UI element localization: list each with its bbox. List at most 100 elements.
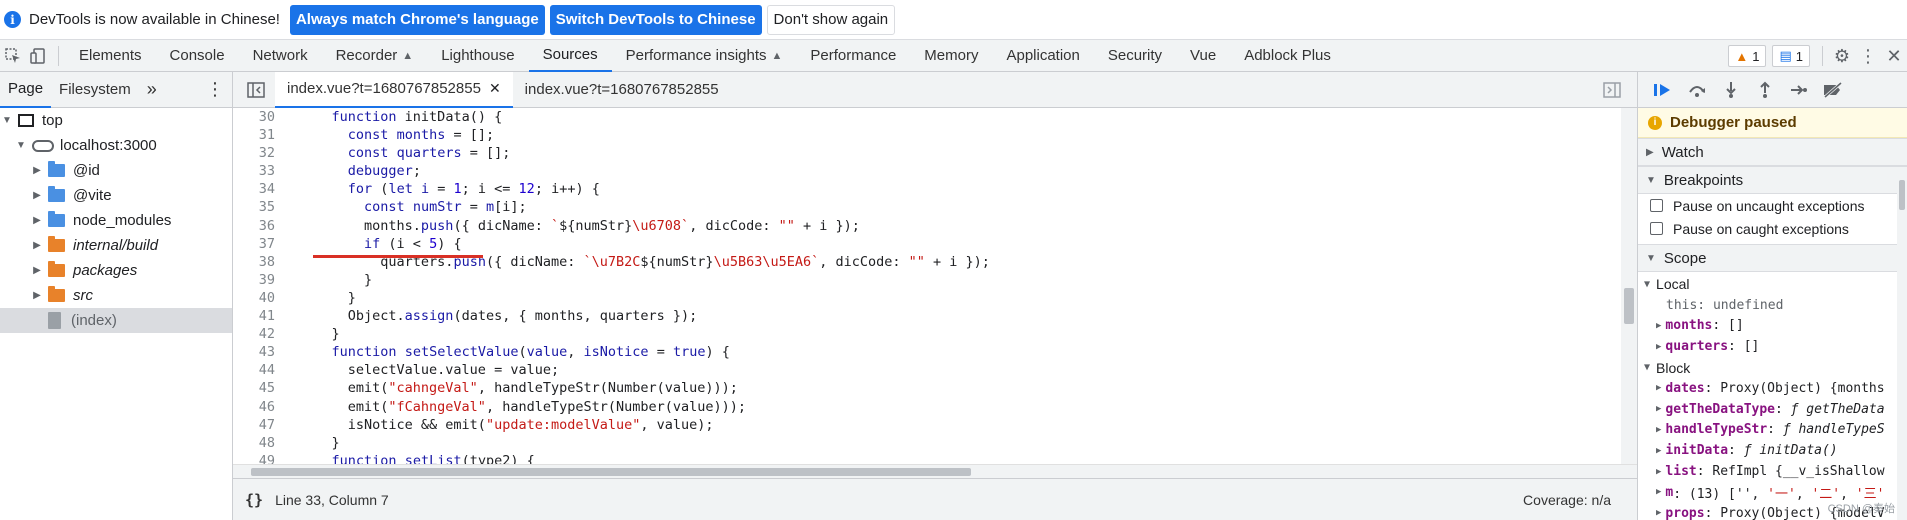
tree-label: top <box>42 112 63 129</box>
dont-show-again-button[interactable]: Don't show again <box>766 4 896 35</box>
switch-to-chinese-button[interactable]: Switch DevTools to Chinese <box>549 4 762 35</box>
tree-item-vite[interactable]: ▶ @vite <box>0 183 232 208</box>
expand-down-icon: ▼ <box>1646 174 1656 186</box>
device-toolbar-icon[interactable] <box>26 43 52 69</box>
code-editor: index.vue?t=1680767852855 ✕ index.vue?t=1… <box>233 71 1637 520</box>
editor-vertical-scrollbar[interactable] <box>1621 108 1637 464</box>
tab-adblock-plus[interactable]: Adblock Plus <box>1230 40 1345 72</box>
code-line: 46 emit("fCahngeVal", handleTypeStr(Numb… <box>258 398 747 415</box>
tab-vue[interactable]: Vue <box>1176 40 1230 72</box>
folder-icon <box>48 186 65 202</box>
scope-block-header[interactable]: ▼ Block <box>1638 357 1907 378</box>
tree-label: src <box>73 287 93 304</box>
step-icon[interactable] <box>1782 77 1816 103</box>
cursor-position: Line 33, Column 7 <box>275 491 389 508</box>
pretty-print-icon[interactable]: {} <box>245 491 263 509</box>
expand-right-icon: ▶ <box>33 240 41 251</box>
tree-item-packages[interactable]: ▶ packages <box>0 258 232 283</box>
editor-horizontal-scrollbar[interactable] <box>233 464 1637 478</box>
pane-title: Watch <box>1661 143 1704 161</box>
tab-label: Recorder <box>335 47 398 64</box>
expand-right-icon: ▶ <box>33 165 41 176</box>
tab-performance-insights[interactable]: Performance insights ▲ <box>612 40 797 72</box>
debugger-paused-banner: i Debugger paused <box>1638 108 1907 138</box>
pane-title: Breakpoints <box>1663 171 1744 189</box>
warning-icon: ▲ <box>1735 48 1749 64</box>
tab-sources[interactable]: Sources <box>528 40 612 72</box>
scrollbar-thumb[interactable] <box>1899 180 1905 210</box>
close-devtools-icon[interactable]: ✕ <box>1881 43 1907 69</box>
navigator-menu-icon[interactable]: ⋮ <box>198 72 232 108</box>
tab-filesystem[interactable]: Filesystem <box>51 72 139 108</box>
toggle-debugger-sidebar-icon[interactable] <box>1599 77 1625 103</box>
sidebar-scrollbar[interactable] <box>1897 176 1907 520</box>
always-match-language-button[interactable]: Always match Chrome's language <box>289 4 545 35</box>
toggle-navigator-icon[interactable] <box>243 77 269 103</box>
pane-title: Scope <box>1663 249 1707 267</box>
code-lines[interactable]: 30 function initData() { 31 const months… <box>233 108 1613 464</box>
tree-item-internal-build[interactable]: ▶ internal/build <box>0 233 232 258</box>
inspect-element-icon[interactable] <box>0 43 26 69</box>
close-tab-icon[interactable]: ✕ <box>489 80 501 97</box>
tab-elements[interactable]: Elements <box>65 40 156 72</box>
step-out-icon[interactable] <box>1748 77 1782 103</box>
scope-prop[interactable]: ▶ handleTypeStr: ƒ handleTypeS <box>1638 420 1907 441</box>
folder-icon <box>48 261 65 277</box>
scope-prop[interactable]: this: undefined <box>1638 295 1907 316</box>
tab-page[interactable]: Page <box>0 72 52 108</box>
tree-item-node-modules[interactable]: ▶ node_modules <box>0 208 232 233</box>
scrollbar-thumb[interactable] <box>1624 288 1634 324</box>
tab-console[interactable]: Console <box>156 40 239 72</box>
editor-tab[interactable]: index.vue?t=1680767852855 <box>513 72 731 108</box>
paused-label: Debugger paused <box>1670 114 1797 131</box>
tree-item-src[interactable]: ▶ src <box>0 283 232 308</box>
step-over-icon[interactable] <box>1680 77 1714 103</box>
tree-label: node_modules <box>73 212 172 229</box>
tree-item-index[interactable]: (index) <box>0 308 232 333</box>
deactivate-breakpoints-icon[interactable] <box>1816 77 1850 103</box>
pause-uncaught-checkbox[interactable]: Pause on uncaught exceptions <box>1638 194 1907 217</box>
scope-prop[interactable]: ▶ months: [] <box>1638 316 1907 337</box>
more-tabs-icon[interactable]: » <box>139 72 165 108</box>
tree-item-top[interactable]: ▼ top <box>0 108 232 133</box>
experiment-flask-icon: ▲ <box>402 49 414 62</box>
settings-gear-icon[interactable]: ⚙ <box>1829 43 1855 69</box>
debugger-sidebar: i Debugger paused ▶ Watch ▼ Breakpoints Pa… <box>1637 72 1907 520</box>
breakpoints-pane-header[interactable]: ▼ Breakpoints <box>1638 166 1907 194</box>
expand-right-icon: ▶ <box>33 215 41 226</box>
message-icon: ▤ <box>1779 48 1792 63</box>
scope-prop[interactable]: ▶ dates: Proxy(Object) {months <box>1638 378 1907 399</box>
more-options-icon[interactable]: ⋮ <box>1855 43 1881 69</box>
scope-local-header[interactable]: ▼ Local <box>1638 274 1907 295</box>
step-into-icon[interactable] <box>1714 77 1748 103</box>
scope-pane-header[interactable]: ▼ Scope <box>1638 244 1907 272</box>
tree-item-localhost[interactable]: ▼ localhost:3000 <box>0 133 232 158</box>
scope-prop[interactable]: ▶ initData: ƒ initData() <box>1638 440 1907 461</box>
code-line: 31 const months = []; <box>258 127 495 144</box>
scope-prop[interactable]: ▶ getTheDataType: ƒ getTheData <box>1638 399 1907 420</box>
resume-icon[interactable] <box>1646 77 1680 103</box>
tab-network[interactable]: Network <box>239 40 322 72</box>
warnings-badge[interactable]: ▲ 1 <box>1728 45 1767 67</box>
watch-pane-header[interactable]: ▶ Watch <box>1638 138 1907 166</box>
checkbox-label: Pause on uncaught exceptions <box>1673 197 1865 214</box>
tab-lighthouse[interactable]: Lighthouse <box>427 40 528 72</box>
tab-recorder[interactable]: Recorder ▲ <box>322 40 428 72</box>
tab-application[interactable]: Application <box>992 40 1093 72</box>
scope-prop[interactable]: ▶ quarters: [] <box>1638 336 1907 357</box>
tab-memory[interactable]: Memory <box>910 40 992 72</box>
pause-caught-checkbox[interactable]: Pause on caught exceptions <box>1638 217 1907 240</box>
scrollbar-thumb[interactable] <box>251 468 971 476</box>
tab-performance[interactable]: Performance <box>796 40 910 72</box>
tab-security[interactable]: Security <box>1094 40 1176 72</box>
watermark: CSDN @秦始 <box>1827 503 1895 515</box>
checkbox[interactable] <box>1650 222 1663 235</box>
checkbox-label: Pause on caught exceptions <box>1673 220 1849 237</box>
tab-filename: index.vue?t=1680767852855 <box>287 80 481 97</box>
editor-tab-active[interactable]: index.vue?t=1680767852855 ✕ <box>275 71 513 108</box>
checkbox[interactable] <box>1650 199 1663 212</box>
issues-badge[interactable]: ▤ 1 <box>1772 45 1810 67</box>
scope-tree: ▼ Local this: undefined ▶ months: [] ▶ quar… <box>1638 272 1907 520</box>
scope-prop[interactable]: ▶ list: RefImpl {__v_isShallow <box>1638 461 1907 482</box>
tree-item-id[interactable]: ▶ @id <box>0 158 232 183</box>
